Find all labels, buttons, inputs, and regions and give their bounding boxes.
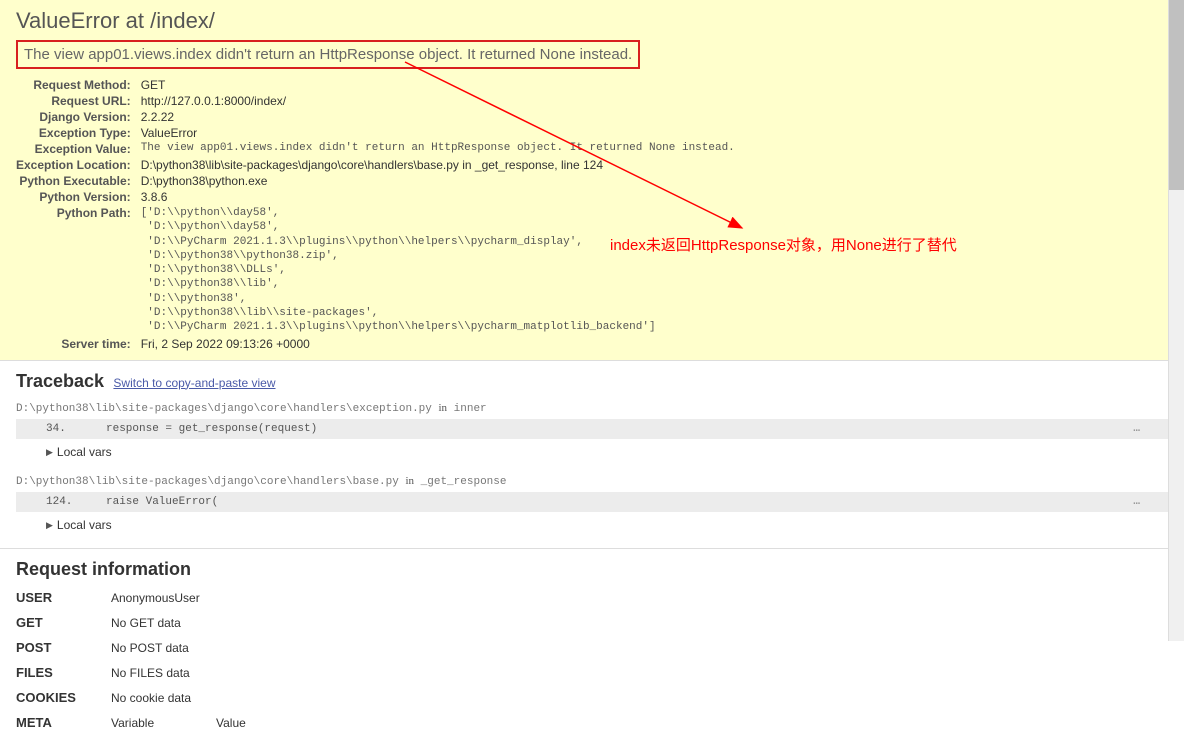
request-info-section: Request information USERAnonymousUser GE…	[0, 549, 1184, 750]
ellipsis-icon: …	[1133, 496, 1138, 508]
meta-label: Request URL:	[16, 93, 141, 109]
meta-value: GET	[141, 77, 735, 93]
meta-value: D:\python38\python.exe	[141, 173, 735, 189]
request-info-row: META Variable Value	[16, 715, 1168, 730]
req-key: FILES	[16, 665, 111, 680]
meta-value: The view app01.views.index didn't return…	[141, 141, 735, 157]
switch-view-link[interactable]: Switch to copy-and-paste view	[113, 376, 275, 390]
traceback-section: Traceback Switch to copy-and-paste view …	[0, 361, 1184, 549]
annotation-text: index未返回HttpResponse对象，用None进行了替代	[610, 234, 957, 255]
request-info-row: GETNo GET data	[16, 615, 1168, 630]
request-info-row: POSTNo POST data	[16, 640, 1168, 655]
traceback-title: Traceback	[16, 371, 104, 392]
code-context-row[interactable]: 34. response = get_response(request) …	[16, 419, 1168, 439]
code-context-row[interactable]: 124. raise ValueError( …	[16, 492, 1168, 512]
req-key: COOKIES	[16, 690, 111, 705]
error-summary: ValueError at /index/ The view app01.vie…	[0, 0, 1184, 361]
meta-value: ValueError	[141, 125, 735, 141]
triangle-right-icon: ▶	[46, 447, 53, 457]
req-val: No GET data	[111, 616, 181, 630]
ellipsis-icon: …	[1133, 423, 1138, 435]
line-number: 34.	[46, 423, 106, 435]
meta-label: Django Version:	[16, 109, 141, 125]
meta-value: 2.2.22	[141, 109, 735, 125]
req-val: No POST data	[111, 641, 189, 655]
meta-label: Exception Type:	[16, 125, 141, 141]
request-info-row: FILESNo FILES data	[16, 665, 1168, 680]
scrollbar-thumb[interactable]	[1169, 0, 1184, 190]
request-info-title: Request information	[16, 559, 1168, 580]
meta-value: http://127.0.0.1:8000/index/	[141, 93, 735, 109]
traceback-frame: D:\python38\lib\site-packages\django\cor…	[16, 471, 1168, 538]
request-info-row: COOKIESNo cookie data	[16, 690, 1168, 705]
meta-label: Exception Value:	[16, 141, 141, 157]
error-highlight-box: The view app01.views.index didn't return…	[16, 40, 640, 69]
meta-value: ['D:\\python\\day58', 'D:\\python\\day58…	[141, 205, 735, 336]
code-line: response = get_response(request)	[106, 423, 1133, 435]
meta-value: Fri, 2 Sep 2022 09:13:26 +0000	[141, 336, 735, 352]
req-key: USER	[16, 590, 111, 605]
page-title: ValueError at /index/	[16, 8, 1168, 34]
error-message: The view app01.views.index didn't return…	[24, 46, 632, 63]
meta-label: Request Method:	[16, 77, 141, 93]
req-key: GET	[16, 615, 111, 630]
req-key: POST	[16, 640, 111, 655]
vertical-scrollbar[interactable]	[1168, 0, 1184, 641]
meta-label: Python Path:	[16, 205, 141, 336]
request-meta-table: Request Method:GET Request URL:http://12…	[16, 77, 735, 352]
request-info-row: USERAnonymousUser	[16, 590, 1168, 605]
meta-col-header: Value	[216, 716, 246, 730]
traceback-frame: D:\python38\lib\site-packages\django\cor…	[16, 398, 1168, 465]
meta-label: Python Version:	[16, 189, 141, 205]
triangle-right-icon: ▶	[46, 520, 53, 530]
req-val: AnonymousUser	[111, 591, 200, 605]
meta-value: D:\python38\lib\site-packages\django\cor…	[141, 157, 735, 173]
meta-label: Exception Location:	[16, 157, 141, 173]
req-val: No FILES data	[111, 666, 190, 680]
meta-label: Python Executable:	[16, 173, 141, 189]
local-vars-toggle[interactable]: ▶Local vars	[16, 512, 1168, 538]
req-val: No cookie data	[111, 691, 191, 705]
frame-location: D:\python38\lib\site-packages\django\cor…	[16, 398, 1168, 419]
meta-col-header: Variable	[111, 716, 216, 730]
req-key: META	[16, 715, 111, 730]
frame-location: D:\python38\lib\site-packages\django\cor…	[16, 471, 1168, 492]
meta-label: Server time:	[16, 336, 141, 352]
local-vars-toggle[interactable]: ▶Local vars	[16, 439, 1168, 465]
code-line: raise ValueError(	[106, 496, 1133, 508]
meta-value: 3.8.6	[141, 189, 735, 205]
line-number: 124.	[46, 496, 106, 508]
